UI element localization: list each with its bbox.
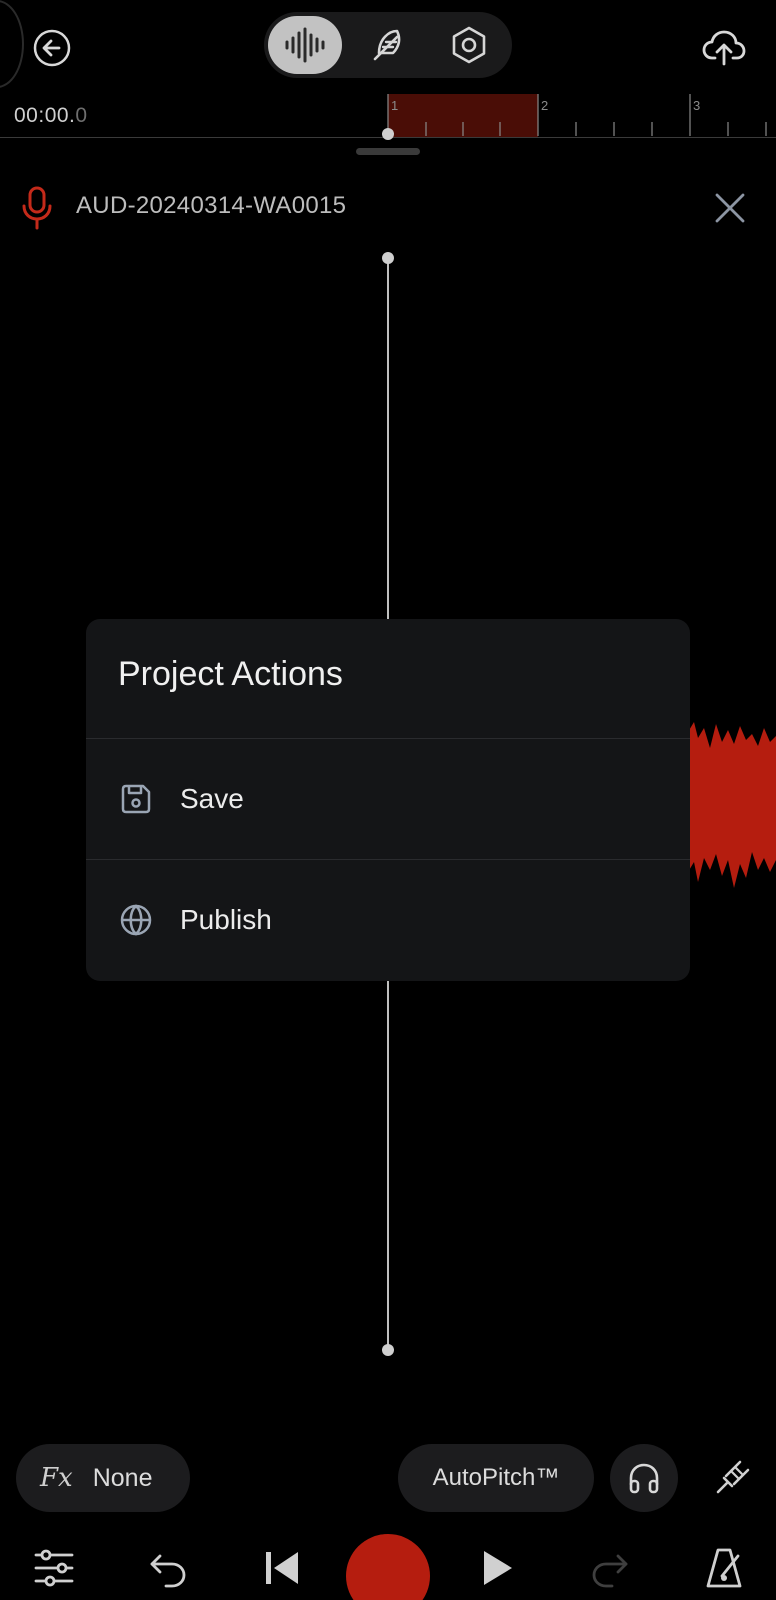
waveform-icon <box>285 27 325 63</box>
skip-to-start-button[interactable] <box>254 1540 310 1596</box>
mode-lyrics-button[interactable] <box>350 16 424 74</box>
playhead-top-marker[interactable] <box>382 128 394 140</box>
dialog-title: Project Actions <box>118 655 343 693</box>
feather-icon <box>373 29 401 61</box>
record-button[interactable] <box>346 1534 430 1600</box>
mode-waveform-button[interactable] <box>268 16 342 74</box>
mixer-sliders-icon <box>34 1549 74 1587</box>
close-track-button[interactable] <box>710 188 750 228</box>
mode-settings-button[interactable] <box>432 16 506 74</box>
side-drawer-edge <box>0 0 24 88</box>
mixer-button[interactable] <box>26 1540 82 1596</box>
hexagon-settings-icon <box>452 26 486 64</box>
playhead-marker-bottom[interactable] <box>382 1344 394 1356</box>
time-readout: 00:00.0 <box>14 104 88 128</box>
fx-selector[interactable]: Fx None <box>16 1444 190 1512</box>
fx-value: None <box>92 1463 153 1492</box>
metronome-icon <box>706 1548 742 1588</box>
publish-label: Publish <box>180 904 272 935</box>
save-menu-item[interactable]: Save <box>86 739 690 859</box>
audio-waveform-clip[interactable] <box>688 720 776 890</box>
redo-icon <box>592 1554 628 1588</box>
cloud-upload-icon <box>702 30 746 66</box>
back-arrow-icon <box>33 29 71 67</box>
playhead-marker-top[interactable] <box>382 252 394 264</box>
autopitch-label: AutoPitch™ <box>432 1464 560 1491</box>
time-main: 00:00. <box>14 104 76 127</box>
play-icon <box>484 1551 512 1585</box>
bar-label-1: 1 <box>391 98 399 113</box>
panel-drag-handle[interactable] <box>356 148 420 155</box>
back-button[interactable] <box>30 26 74 70</box>
track-name: AUD-20240314-WA0015 <box>76 192 347 219</box>
headphones-icon <box>629 1463 659 1494</box>
redo-button[interactable] <box>582 1540 638 1596</box>
upload-button[interactable] <box>700 24 748 72</box>
save-label: Save <box>180 783 244 814</box>
bar-label-2: 2 <box>541 98 549 113</box>
project-actions-dialog: Project Actions Save Publish <box>86 619 690 981</box>
skip-to-start-icon <box>266 1552 298 1584</box>
globe-icon <box>116 900 156 940</box>
microphone-icon <box>22 186 52 230</box>
monitor-headphones-button[interactable] <box>610 1444 678 1512</box>
undo-button[interactable] <box>140 1540 196 1596</box>
tuning-fork-icon <box>716 1460 750 1494</box>
floppy-save-icon <box>116 779 156 819</box>
bar-label-3: 3 <box>693 98 701 113</box>
time-fraction: 0 <box>75 104 88 127</box>
tuning-button[interactable] <box>704 1450 760 1506</box>
play-button[interactable] <box>468 1540 524 1596</box>
publish-menu-item[interactable]: Publish <box>86 860 690 980</box>
autopitch-button[interactable]: AutoPitch™ <box>398 1444 594 1512</box>
metronome-button[interactable] <box>696 1540 752 1596</box>
undo-icon <box>150 1554 186 1588</box>
fx-label: Fx <box>40 1463 73 1493</box>
close-icon <box>715 193 745 223</box>
mode-switcher <box>264 12 512 78</box>
